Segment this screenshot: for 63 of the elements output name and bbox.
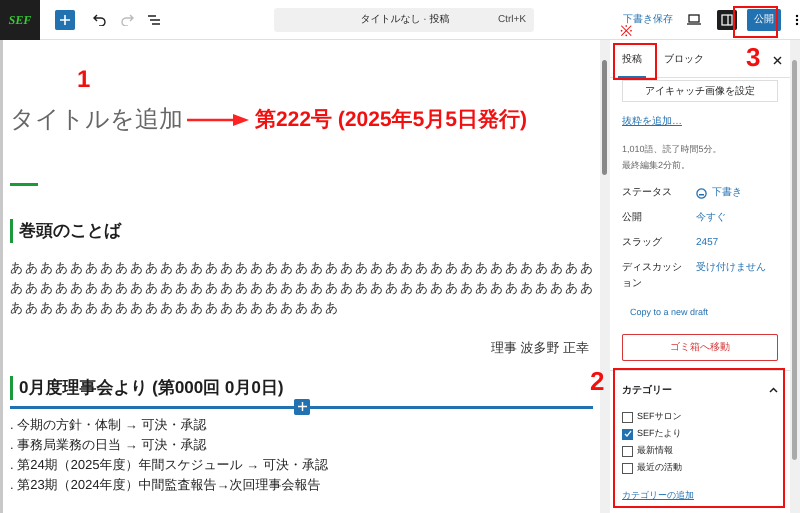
sidebar-icon bbox=[721, 14, 733, 26]
category-checkbox[interactable] bbox=[622, 462, 633, 474]
annotation-mark: ※ bbox=[620, 24, 633, 39]
field-label: ステータス bbox=[622, 186, 673, 200]
category-checkbox[interactable] bbox=[622, 446, 633, 456]
body-paragraph[interactable]: ああああああああああああああああああああああああああああああああああああああああああああああああああああああああああああああああああああああああああああああああああああああああああああああああああああ bbox=[10, 258, 596, 318]
list-item[interactable]: . 第24期（2025年度）年間スケジュール → 可決・承認 bbox=[10, 454, 593, 474]
title-placeholder[interactable]: タイトルを追加 bbox=[10, 102, 183, 138]
plus-icon bbox=[298, 402, 306, 411]
status-button[interactable]: 下書き bbox=[696, 185, 742, 201]
field-value-link[interactable]: 2457 bbox=[696, 235, 718, 251]
sidebar-toggle[interactable] bbox=[717, 10, 737, 30]
field-label: ディスカッション bbox=[622, 261, 682, 291]
scrollbar-thumb[interactable] bbox=[792, 60, 797, 460]
draft-status-icon bbox=[696, 188, 707, 198]
list-item[interactable]: . 第23期（2024年度）中間監査報告→次回理事会報告 bbox=[10, 474, 593, 494]
sidebar-tab[interactable]: 投稿 bbox=[618, 42, 646, 78]
panel-title[interactable]: カテゴリー bbox=[622, 382, 672, 398]
featured-image-button[interactable]: アイキャッチ画像を設定 bbox=[622, 80, 778, 102]
category-label: SEFたより bbox=[637, 427, 682, 440]
insert-block-button[interactable] bbox=[294, 398, 310, 414]
highlight-frame bbox=[613, 43, 657, 80]
close-icon[interactable] bbox=[773, 56, 782, 64]
signature-text[interactable]: 理事 波多野 正幸 bbox=[10, 338, 593, 358]
category-label: 最新情報 bbox=[637, 444, 673, 458]
scrollbar-thumb[interactable] bbox=[602, 60, 607, 175]
checkmark-icon bbox=[624, 430, 632, 438]
field-value-link[interactable]: 今すぐ bbox=[696, 210, 726, 226]
chevron-icon[interactable] bbox=[769, 387, 778, 393]
more-options-icon[interactable] bbox=[795, 14, 799, 26]
trash-button[interactable]: ゴミ箱へ移動 bbox=[622, 334, 778, 360]
sidebar-tab[interactable]: ブロック bbox=[660, 42, 708, 78]
post-stats-text: 1,010語、読了時間5分。 bbox=[622, 143, 723, 156]
undo-icon[interactable] bbox=[93, 14, 107, 26]
highlight-frame bbox=[733, 6, 778, 38]
desktop-preview-icon[interactable] bbox=[687, 14, 701, 25]
excerpt-link[interactable]: 抜粋を追加… bbox=[622, 114, 778, 129]
site-logo[interactable]: SEF bbox=[0, 0, 40, 40]
command-bar[interactable]: タイトルなし · 投稿 Ctrl+K bbox=[274, 8, 534, 32]
annotation-number: 2 bbox=[590, 368, 604, 394]
section-heading[interactable]: 巻頭のことば bbox=[10, 219, 593, 243]
field-label: 公開 bbox=[622, 211, 643, 225]
annotation-number: 1 bbox=[77, 68, 90, 92]
copy-draft-link[interactable]: Copy to a new draft bbox=[630, 306, 778, 320]
category-checkbox[interactable] bbox=[622, 428, 633, 440]
category-checkbox[interactable] bbox=[622, 412, 633, 422]
publish-button[interactable]: 公開 bbox=[747, 8, 781, 30]
shortcut-label: Ctrl+K bbox=[498, 13, 526, 27]
post-stats-text: 最終編集2分前。 bbox=[622, 159, 692, 172]
title-annotation: 第222号 (2025年5月5日発行) bbox=[255, 107, 527, 134]
category-label: 最近の活動 bbox=[637, 461, 682, 474]
document-title: タイトルなし · 投稿 bbox=[360, 12, 450, 27]
annotation-number: 3 bbox=[746, 44, 760, 70]
add-block-button[interactable] bbox=[55, 10, 75, 30]
list-item[interactable]: . 事務局業務の日当 → 可決・承認 bbox=[10, 434, 593, 454]
list-item[interactable]: . 今期の方針・体制 → 可決・承認 bbox=[10, 414, 593, 434]
add-category-link[interactable]: カテゴリーの追加 bbox=[622, 488, 778, 502]
category-label: SEFサロン bbox=[637, 410, 682, 424]
arrow-annotation bbox=[187, 113, 249, 127]
plus-icon bbox=[59, 14, 71, 26]
field-label: スラッグ bbox=[622, 236, 663, 250]
field-value-link[interactable]: 受け付けません bbox=[696, 260, 766, 276]
list-view-icon[interactable] bbox=[147, 14, 161, 26]
